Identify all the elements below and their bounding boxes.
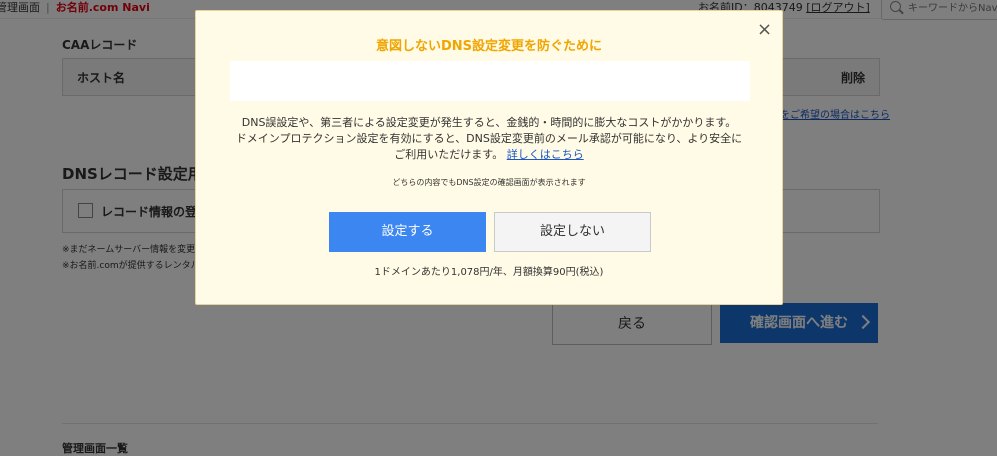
modal-small-note: どちらの内容でもDNS設定の確認画面が表示されます bbox=[392, 178, 586, 187]
body-line-1: DNS誤設定や、第三者による設定変更が発生すると、金銭的・時間的に膨大なコストが… bbox=[241, 116, 737, 129]
enable-button[interactable]: 設定する bbox=[329, 212, 486, 252]
body-line-2: ドメインプロテクション設定を有効にすると、DNS設定変更前のメール承認が可能にな… bbox=[235, 132, 743, 145]
modal-banner bbox=[230, 61, 750, 101]
skip-button[interactable]: 設定しない bbox=[494, 212, 651, 252]
price-note: 1ドメインあたり1,078円/年、月額換算90円(税込) bbox=[374, 267, 604, 278]
details-link[interactable]: 詳しくはこちら bbox=[507, 148, 584, 161]
dns-protection-modal: × 意図しないDNS設定変更を防ぐために DNS誤設定や、第三者による設定変更が… bbox=[195, 10, 783, 305]
modal-title: 意図しないDNS設定変更を防ぐために bbox=[375, 39, 603, 54]
modal-body: DNS誤設定や、第三者による設定変更が発生すると、金銭的・時間的に膨大なコストが… bbox=[216, 115, 762, 163]
body-line-3: ご利用いただけます。 bbox=[394, 148, 504, 161]
